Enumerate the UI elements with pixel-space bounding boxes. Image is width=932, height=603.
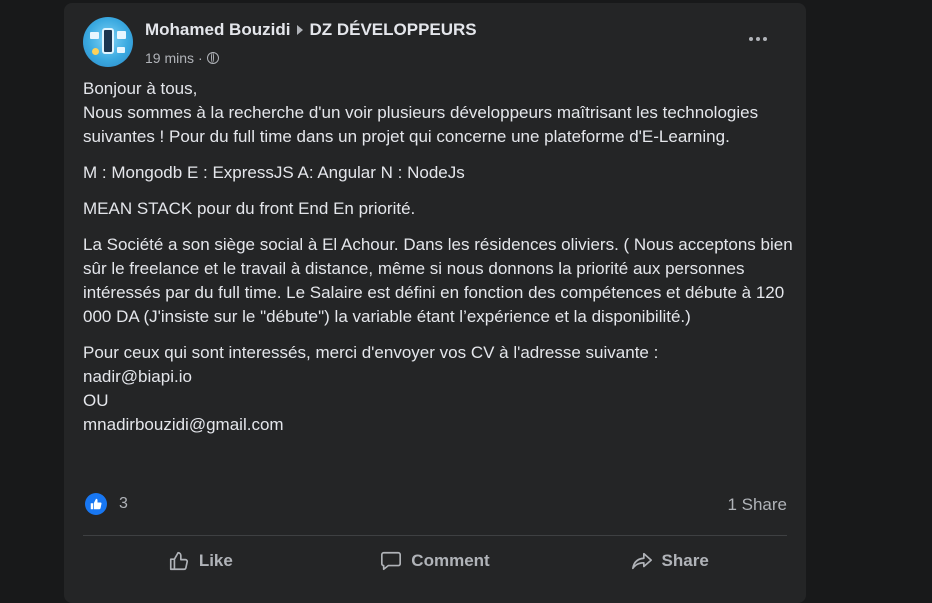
post-email-1: nadir@biapi.io <box>83 367 192 386</box>
meta-separator: · <box>198 50 203 66</box>
post-text-priority: MEAN STACK pour du front End En priorité… <box>83 199 416 218</box>
post-text-company: La Société a son siège social à El Achou… <box>83 235 793 326</box>
comment-button[interactable]: Comment <box>318 541 553 581</box>
reactions-bar: 3 1 Share <box>83 493 787 517</box>
thumbs-up-icon[interactable] <box>85 493 107 515</box>
comment-label: Comment <box>411 551 490 570</box>
post-body: Bonjour à tous, Nous sommes à la recherc… <box>83 77 793 449</box>
speech-bubble-icon <box>381 551 402 571</box>
share-count[interactable]: 1 Share <box>727 495 787 515</box>
post-text-contact: Pour ceux qui sont interessés, merci d'e… <box>83 343 659 362</box>
group-name[interactable]: DZ DÉVELOPPEURS <box>309 20 476 40</box>
post-text-intro: Nous sommes à la recherche d'un voir plu… <box>83 103 759 146</box>
post-time[interactable]: 19 mins <box>145 50 194 66</box>
post-email-2: mnadirbouzidi@gmail.com <box>83 415 284 434</box>
avatar[interactable] <box>83 17 133 67</box>
globe-icon <box>206 52 219 64</box>
post-actions: Like Comment Share <box>83 541 787 581</box>
share-arrow-icon <box>631 552 652 570</box>
post-header: Mohamed Bouzidi DZ DÉVELOPPEURS 19 mins … <box>83 17 790 67</box>
like-button[interactable]: Like <box>83 541 318 581</box>
actions-divider <box>83 535 787 536</box>
thumbs-up-outline-icon <box>169 551 188 571</box>
more-options-button[interactable] <box>740 21 776 57</box>
like-label: Like <box>198 551 233 570</box>
post-meta: 19 mins · <box>145 50 219 66</box>
author-name[interactable]: Mohamed Bouzidi <box>145 20 290 40</box>
author-line: Mohamed Bouzidi DZ DÉVELOPPEURS <box>145 20 477 40</box>
post-text-stack: M : Mongodb E : ExpressJS A: Angular N :… <box>83 163 465 182</box>
reaction-count[interactable]: 3 <box>119 495 128 513</box>
share-button[interactable]: Share <box>552 541 787 581</box>
post-text-or: OU <box>83 391 109 410</box>
arrow-right-icon <box>297 25 304 35</box>
post-card: Mohamed Bouzidi DZ DÉVELOPPEURS 19 mins … <box>64 3 806 603</box>
share-label: Share <box>661 551 709 570</box>
more-icon <box>749 37 753 41</box>
post-text-greeting: Bonjour à tous, <box>83 79 198 98</box>
